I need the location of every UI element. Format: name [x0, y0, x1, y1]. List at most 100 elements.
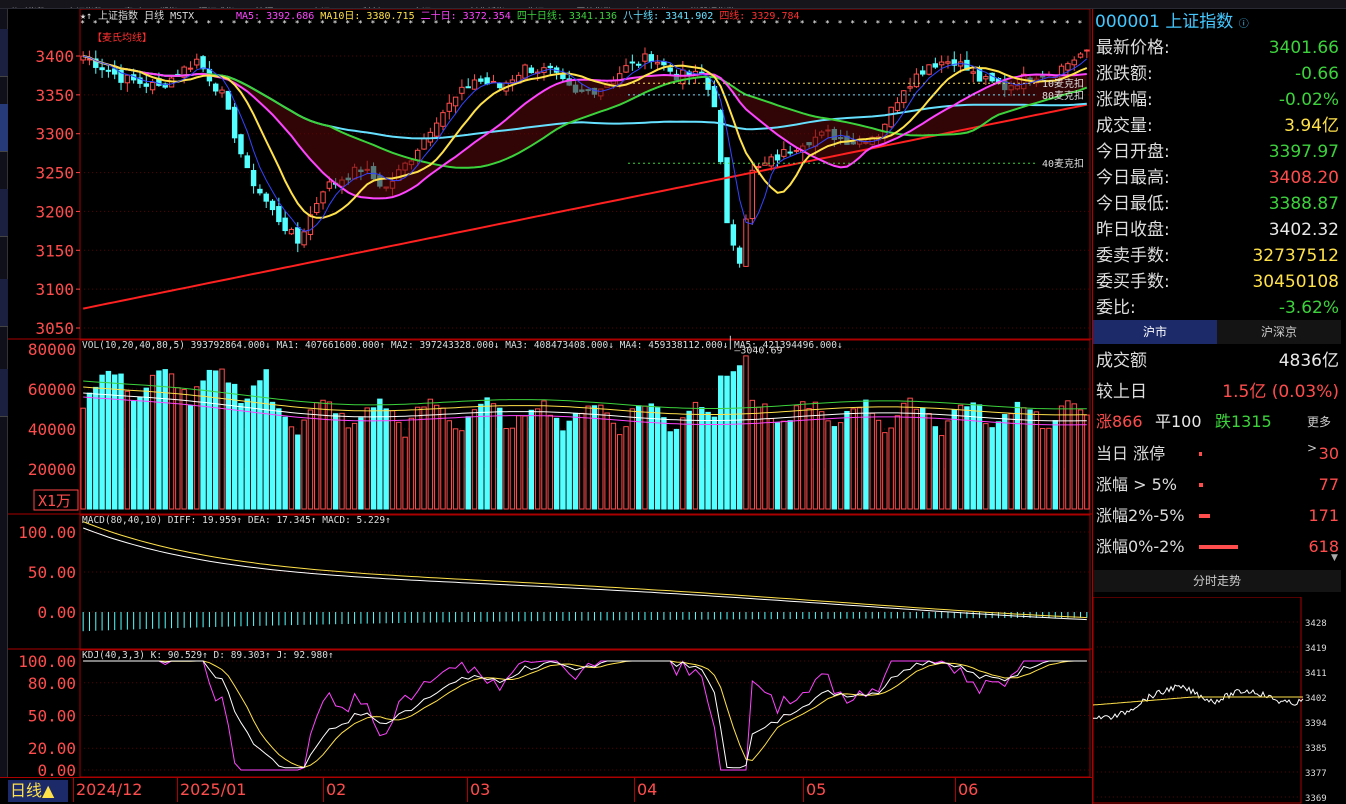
price-axis-label: 3250: [35, 164, 74, 183]
volume-bar: [80, 407, 86, 510]
volume-bar: [282, 416, 288, 510]
intraday-axis-label: 3419: [1305, 644, 1327, 654]
date-axis: 日线▲ 2024/12 2025/01 02 03 04 05 06: [0, 777, 1092, 804]
signal-star: *: [926, 19, 931, 28]
side-tab-4[interactable]: [0, 279, 8, 327]
signal-star: *: [1002, 19, 1007, 28]
candle-body: [99, 67, 105, 71]
volume-bar: [509, 427, 516, 510]
volume-bar: [225, 382, 232, 510]
volume-axis-label: 60000: [28, 380, 76, 399]
limit-stat-bar: [1199, 452, 1202, 456]
volume-bar: [93, 386, 99, 510]
volume-bar: [888, 427, 894, 510]
candle-body: [945, 61, 951, 64]
volume-bar: [389, 410, 396, 510]
volume-bar: [181, 389, 187, 510]
quote-value: -0.02%: [1278, 90, 1339, 110]
candle-body: [932, 63, 939, 68]
date-label: 06: [958, 780, 979, 799]
vs-yesterday-label: 较上日: [1096, 382, 1147, 402]
volume-bar: [1033, 411, 1040, 510]
candle-body: [755, 166, 762, 169]
side-tab-5[interactable]: [0, 369, 8, 417]
candle-body: [187, 67, 194, 70]
intraday-axis-label: 3402: [1305, 694, 1327, 704]
signal-star: *: [913, 19, 918, 28]
volume-bar: [478, 403, 484, 510]
candle-body: [490, 80, 497, 83]
volume-bar: [604, 412, 610, 510]
candle-body: [446, 102, 452, 112]
candle-body: [724, 157, 730, 224]
quote-value: 30450108: [1252, 272, 1339, 292]
side-tab-3[interactable]: [0, 189, 8, 237]
volume-bar: [547, 414, 553, 510]
intraday-chart[interactable]: 3428 3419 3411 3402 3394 3385 3377 3369: [1093, 597, 1341, 804]
volume-bar: [850, 408, 856, 510]
price-axis-label: 3400: [35, 47, 74, 66]
signal-star: *: [977, 19, 982, 28]
candle-body: [635, 63, 642, 66]
candle-body: [257, 188, 263, 194]
turnover-label: 成交额: [1096, 351, 1147, 371]
price-axis-label: 3200: [35, 202, 74, 221]
candle-body: [774, 154, 781, 161]
tab-all-markets[interactable]: 沪深京: [1217, 320, 1341, 344]
volume-bar: [307, 409, 314, 510]
ma-legend-item: MA5: 3392.686: [236, 11, 321, 22]
signal-star: *: [1065, 19, 1070, 28]
kdj-axis-label: 100.00: [18, 652, 76, 671]
volume-bar: [964, 406, 970, 510]
signal-star: *: [1027, 19, 1032, 28]
volume-bar: [661, 417, 667, 510]
volume-bar: [1002, 414, 1008, 510]
candle-body: [736, 247, 743, 264]
quote-row: 成交量: 3.94亿: [1093, 113, 1341, 139]
scroll-down-icon[interactable]: ▼: [1331, 553, 1340, 563]
volume-axis-label: 40000: [28, 420, 76, 439]
candle-body: [629, 61, 636, 64]
candle-body: [200, 56, 206, 70]
candle-body: [213, 83, 219, 92]
candle-body: [433, 122, 440, 137]
volume-bar: [433, 404, 440, 510]
volume-bar: [231, 383, 238, 510]
period-selector[interactable]: 日线▲: [8, 780, 68, 802]
volume-bar: [118, 373, 124, 510]
quote-row: 委买手数: 30450108: [1093, 269, 1341, 295]
volume-bar: [894, 415, 901, 510]
volume-axis-label: 20000: [28, 460, 76, 479]
volume-bar: [743, 355, 749, 510]
volume-bar: [882, 432, 888, 510]
intraday-title[interactable]: 分时走势: [1093, 570, 1341, 592]
volume-bar: [187, 404, 194, 510]
candle-body: [452, 96, 459, 107]
volume-bar: [105, 370, 112, 510]
volume-bar: [490, 403, 497, 510]
volume-bar: [774, 422, 781, 510]
volume-bar: [907, 397, 913, 510]
tab-shanghai[interactable]: 沪市: [1093, 320, 1217, 344]
quote-value: 3402.32: [1268, 220, 1339, 240]
candle-body: [926, 64, 932, 75]
volume-bar: [1039, 427, 1046, 510]
security-code: 000001: [1095, 12, 1160, 32]
side-tab-1[interactable]: [0, 29, 8, 77]
volume-bar: [831, 426, 838, 510]
chart-area[interactable]: 3400 3350 3300 3250 3200 3150 3100 3050 80000 600…: [8, 8, 1092, 780]
side-tab-2[interactable]: [0, 104, 8, 152]
limit-stat-bar: [1199, 483, 1203, 487]
price-axis-label: 3150: [35, 241, 74, 260]
kdj-axis-label: 0.00: [37, 761, 76, 777]
candle-body: [888, 106, 894, 128]
vs-yesterday-value: 1.5亿 (0.03%): [1222, 382, 1339, 402]
pane-border: [79, 514, 1091, 650]
intraday-axis-label: 3411: [1305, 669, 1327, 679]
candle-body: [1084, 49, 1090, 52]
quote-label: 今日最高:: [1096, 168, 1170, 188]
candle-body: [225, 90, 232, 110]
intraday-axis-label: 3377: [1305, 769, 1327, 779]
info-icon[interactable]: ⓘ: [1239, 19, 1249, 30]
quote-value: 3397.97: [1268, 142, 1339, 162]
